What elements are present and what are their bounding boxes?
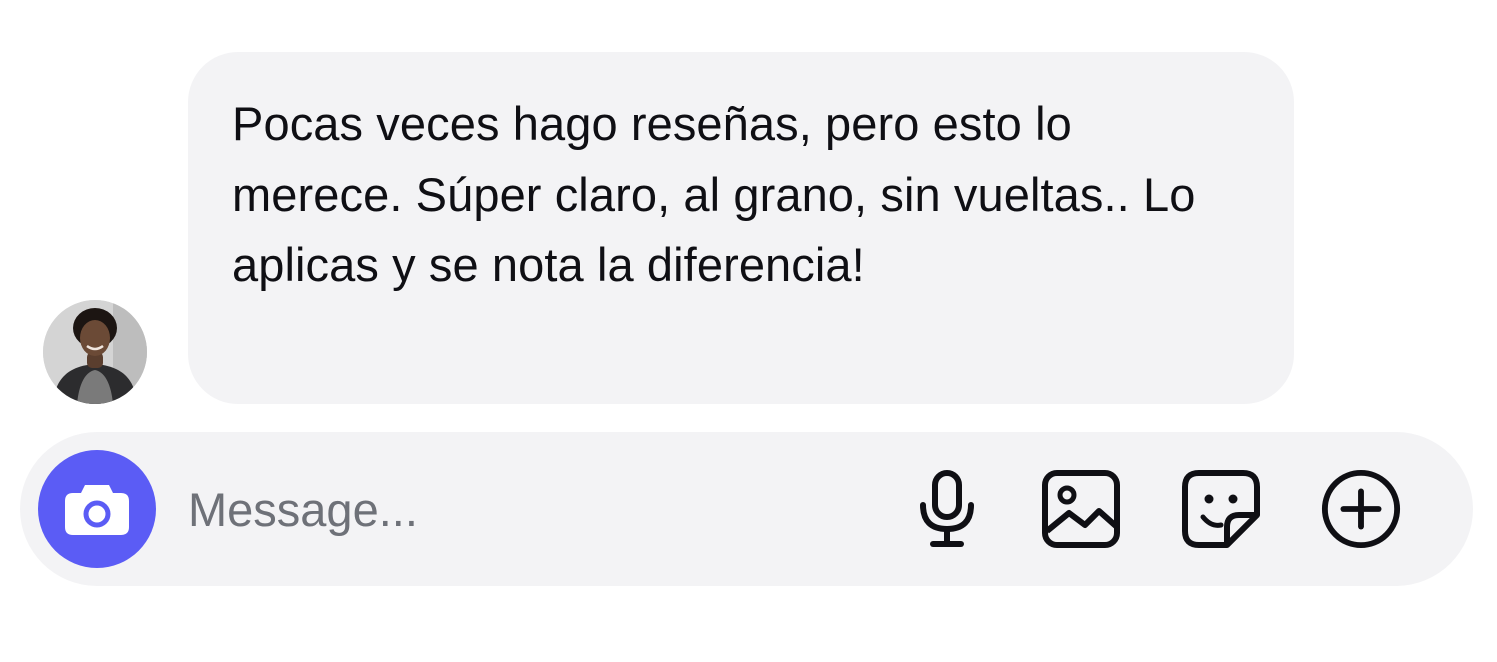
- sender-avatar[interactable]: [43, 300, 147, 404]
- gallery-button[interactable]: [1040, 468, 1122, 550]
- camera-button[interactable]: [38, 450, 156, 568]
- message-composer: [20, 432, 1473, 586]
- sticker-button[interactable]: [1180, 468, 1262, 550]
- camera-icon: [65, 485, 129, 535]
- avatar-photo: [43, 300, 147, 404]
- microphone-icon: [920, 470, 974, 547]
- image-icon: [1042, 470, 1120, 548]
- message-input[interactable]: [188, 474, 828, 544]
- message-text: Pocas veces hago reseñas, pero esto lo m…: [232, 97, 1196, 291]
- microphone-button[interactable]: [906, 468, 988, 550]
- more-button[interactable]: [1320, 468, 1402, 550]
- plus-circle-icon: [1321, 469, 1401, 549]
- sticker-icon: [1182, 470, 1260, 548]
- message-bubble[interactable]: Pocas veces hago reseñas, pero esto lo m…: [188, 52, 1294, 404]
